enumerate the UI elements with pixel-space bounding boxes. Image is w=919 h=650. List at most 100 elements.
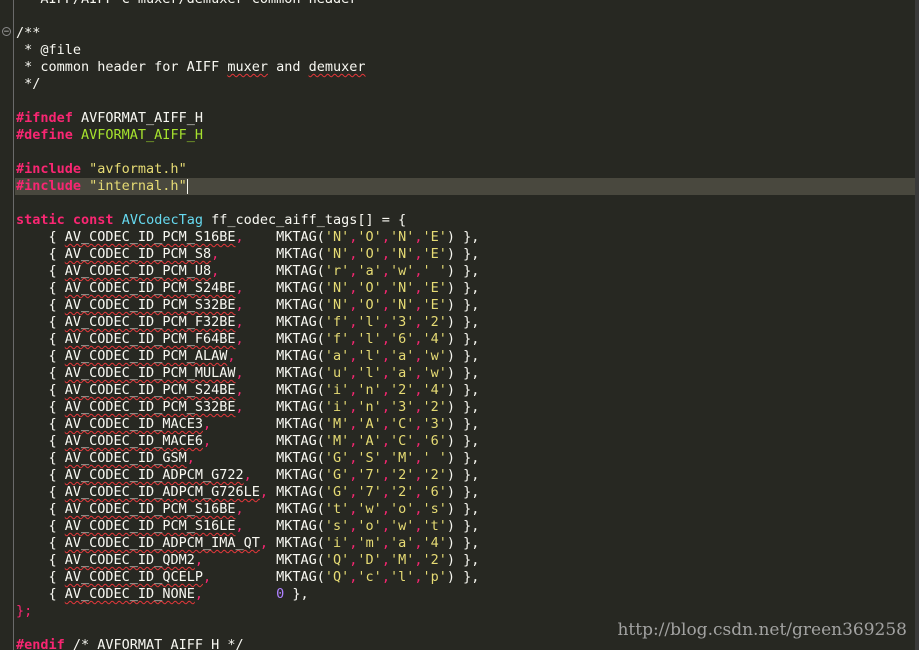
code-line[interactable]: { AV_CODEC_ID_NONE, 0 }, — [15, 586, 915, 603]
code-token-spellcheck: AV_CODEC_ID_ADPCM_IMA_QT — [64, 535, 260, 551]
code-line[interactable]: { AV_CODEC_ID_MACE3, MKTAG('M','A','C','… — [15, 416, 915, 433]
code-line[interactable]: #ifndef AVFORMAT_AIFF_H — [15, 110, 915, 127]
code-token: 'O' — [357, 280, 382, 296]
code-line[interactable]: { AV_CODEC_ID_PCM_U8, MKTAG('r','a','w',… — [15, 263, 915, 280]
code-line[interactable]: { AV_CODEC_ID_PCM_S32BE, MKTAG('i','n','… — [15, 399, 915, 416]
code-token-spellcheck: AV_CODEC_ID_QDM2 — [64, 552, 195, 568]
code-line[interactable]: #include "avformat.h" — [15, 161, 915, 178]
code-token: '3' — [422, 416, 447, 432]
code-line[interactable]: #define AVFORMAT_AIFF_H — [15, 127, 915, 144]
code-line[interactable]: */ — [15, 76, 915, 93]
code-token: 'i' — [324, 382, 350, 398]
code-token: 'l' — [357, 365, 382, 381]
code-token-spellcheck: AV_CODEC_ID_MACE3 — [64, 416, 203, 432]
code-token: 'N' — [324, 297, 350, 313]
code-token: 'u' — [324, 365, 350, 381]
code-token: { — [16, 280, 65, 296]
code-token: 'm' — [357, 535, 382, 551]
code-token: }, — [284, 586, 309, 602]
code-line[interactable]: /** — [15, 25, 915, 42]
code-token: * @file — [16, 42, 82, 58]
code-token: , — [259, 535, 268, 551]
code-token: ) }, — [446, 518, 480, 534]
code-token: '2' — [422, 399, 447, 415]
code-token: MKTAG( — [243, 382, 325, 398]
code-token: '6' — [389, 331, 415, 347]
code-line[interactable]: { AV_CODEC_ID_GSM, MKTAG('G','S','M',' '… — [15, 450, 915, 467]
code-token-spellcheck: AV_CODEC_ID_GSM — [64, 450, 187, 466]
code-line[interactable]: * common header for AIFF muxer and demux… — [15, 59, 915, 76]
code-line[interactable]: * @file — [15, 42, 915, 59]
code-line[interactable]: { AV_CODEC_ID_MACE6, MKTAG('M','A','C','… — [15, 433, 915, 450]
code-token: { — [16, 569, 65, 585]
code-token: ) }, — [446, 433, 480, 449]
code-token: , — [381, 280, 390, 296]
code-token: 'N' — [389, 229, 415, 245]
code-line[interactable]: { AV_CODEC_ID_PCM_F32BE, MKTAG('f','l','… — [15, 314, 915, 331]
fold-collapse-icon[interactable]: − — [2, 27, 11, 37]
code-token: , — [235, 365, 244, 381]
code-token: 'S' — [357, 450, 382, 466]
code-line[interactable]: { AV_CODEC_ID_PCM_ALAW, MKTAG('a','l','a… — [15, 348, 915, 365]
code-line[interactable]: { AV_CODEC_ID_PCM_S16LE, MKTAG('s','o','… — [15, 518, 915, 535]
code-token: ) }, — [446, 263, 480, 279]
code-token: #include — [16, 161, 82, 177]
code-token: , — [381, 501, 390, 517]
code-token: , — [381, 518, 390, 534]
code-line[interactable]: * AIFF/AIFF-C muxer/demuxer common heade… — [15, 0, 915, 8]
code-line[interactable]: { AV_CODEC_ID_PCM_MULAW, MKTAG('u','l','… — [15, 365, 915, 382]
code-line[interactable] — [15, 8, 915, 25]
code-token: , — [381, 416, 390, 432]
code-token-spellcheck: AV_CODEC_ID_PCM_S16BE — [64, 229, 236, 245]
code-token: AVFORMAT_AIFF_H — [72, 127, 203, 143]
code-token: 'i' — [324, 399, 350, 415]
code-line[interactable] — [15, 144, 915, 161]
code-line-current[interactable]: #include "internal.h" — [15, 178, 915, 195]
code-token: 'Q' — [324, 552, 350, 568]
code-line[interactable]: { AV_CODEC_ID_PCM_S24BE, MKTAG('N','O','… — [15, 280, 915, 297]
code-token: , — [235, 280, 244, 296]
code-line[interactable]: }; — [15, 603, 915, 620]
code-line[interactable]: { AV_CODEC_ID_ADPCM_G726LE, MKTAG('G','7… — [15, 484, 915, 501]
code-token: ) }, — [446, 246, 480, 262]
code-token: , — [211, 263, 220, 279]
code-editor[interactable]: − * AIFF/AIFF-C muxer/demuxer common hea… — [0, 0, 919, 650]
code-line[interactable]: { AV_CODEC_ID_QDM2, MKTAG('Q','D','M','2… — [15, 552, 915, 569]
code-token: ) }, — [446, 569, 480, 585]
code-line[interactable]: { AV_CODEC_ID_ADPCM_IMA_QT, MKTAG('i','m… — [15, 535, 915, 552]
code-token: , — [235, 382, 244, 398]
code-token: ) }, — [446, 399, 480, 415]
code-line[interactable]: { AV_CODEC_ID_PCM_S16BE, MKTAG('t','w','… — [15, 501, 915, 518]
code-line[interactable]: { AV_CODEC_ID_PCM_F64BE, MKTAG('f','l','… — [15, 331, 915, 348]
code-token: 'a' — [389, 348, 415, 364]
code-token: ) }, — [446, 280, 480, 296]
code-line[interactable] — [15, 93, 915, 110]
code-line[interactable]: { AV_CODEC_ID_ADPCM_G722, MKTAG('G','7',… — [15, 467, 915, 484]
code-token: 'w' — [357, 501, 382, 517]
code-line[interactable]: { AV_CODEC_ID_PCM_S16BE, MKTAG('N','O','… — [15, 229, 915, 246]
code-line[interactable]: { AV_CODEC_ID_PCM_S32BE, MKTAG('N','O','… — [15, 297, 915, 314]
code-token: { — [16, 518, 65, 534]
code-token: , — [235, 331, 244, 347]
code-area[interactable]: * AIFF/AIFF-C muxer/demuxer common heade… — [15, 0, 915, 650]
code-token-spellcheck: AV_CODEC_ID_PCM_S32BE — [64, 297, 236, 313]
code-token: '3' — [389, 314, 415, 330]
code-line[interactable]: { AV_CODEC_ID_PCM_S8, MKTAG('N','O','N',… — [15, 246, 915, 263]
code-token: , — [235, 399, 244, 415]
code-token: MKTAG( — [211, 569, 325, 585]
code-token: ' ' — [422, 450, 447, 466]
code-token: * AIFF/AIFF-C muxer/demuxer common heade… — [16, 0, 357, 7]
code-token: MKTAG( — [243, 229, 325, 245]
code-token: 'o' — [357, 518, 382, 534]
code-token: , — [211, 246, 220, 262]
code-line[interactable] — [15, 195, 915, 212]
code-token: 'G' — [324, 484, 350, 500]
code-token: , — [381, 229, 390, 245]
code-line[interactable]: static const AVCodecTag ff_codec_aiff_ta… — [15, 212, 915, 229]
scrollbar-track[interactable] — [915, 0, 919, 650]
code-token: MKTAG( — [194, 450, 325, 466]
code-token: ) }, — [446, 348, 480, 364]
code-line[interactable]: { AV_CODEC_ID_QCELP, MKTAG('Q','c','l','… — [15, 569, 915, 586]
code-line[interactable]: { AV_CODEC_ID_PCM_S24BE, MKTAG('i','n','… — [15, 382, 915, 399]
code-token: /* AVFORMAT_AIFF_H */ — [64, 637, 244, 650]
